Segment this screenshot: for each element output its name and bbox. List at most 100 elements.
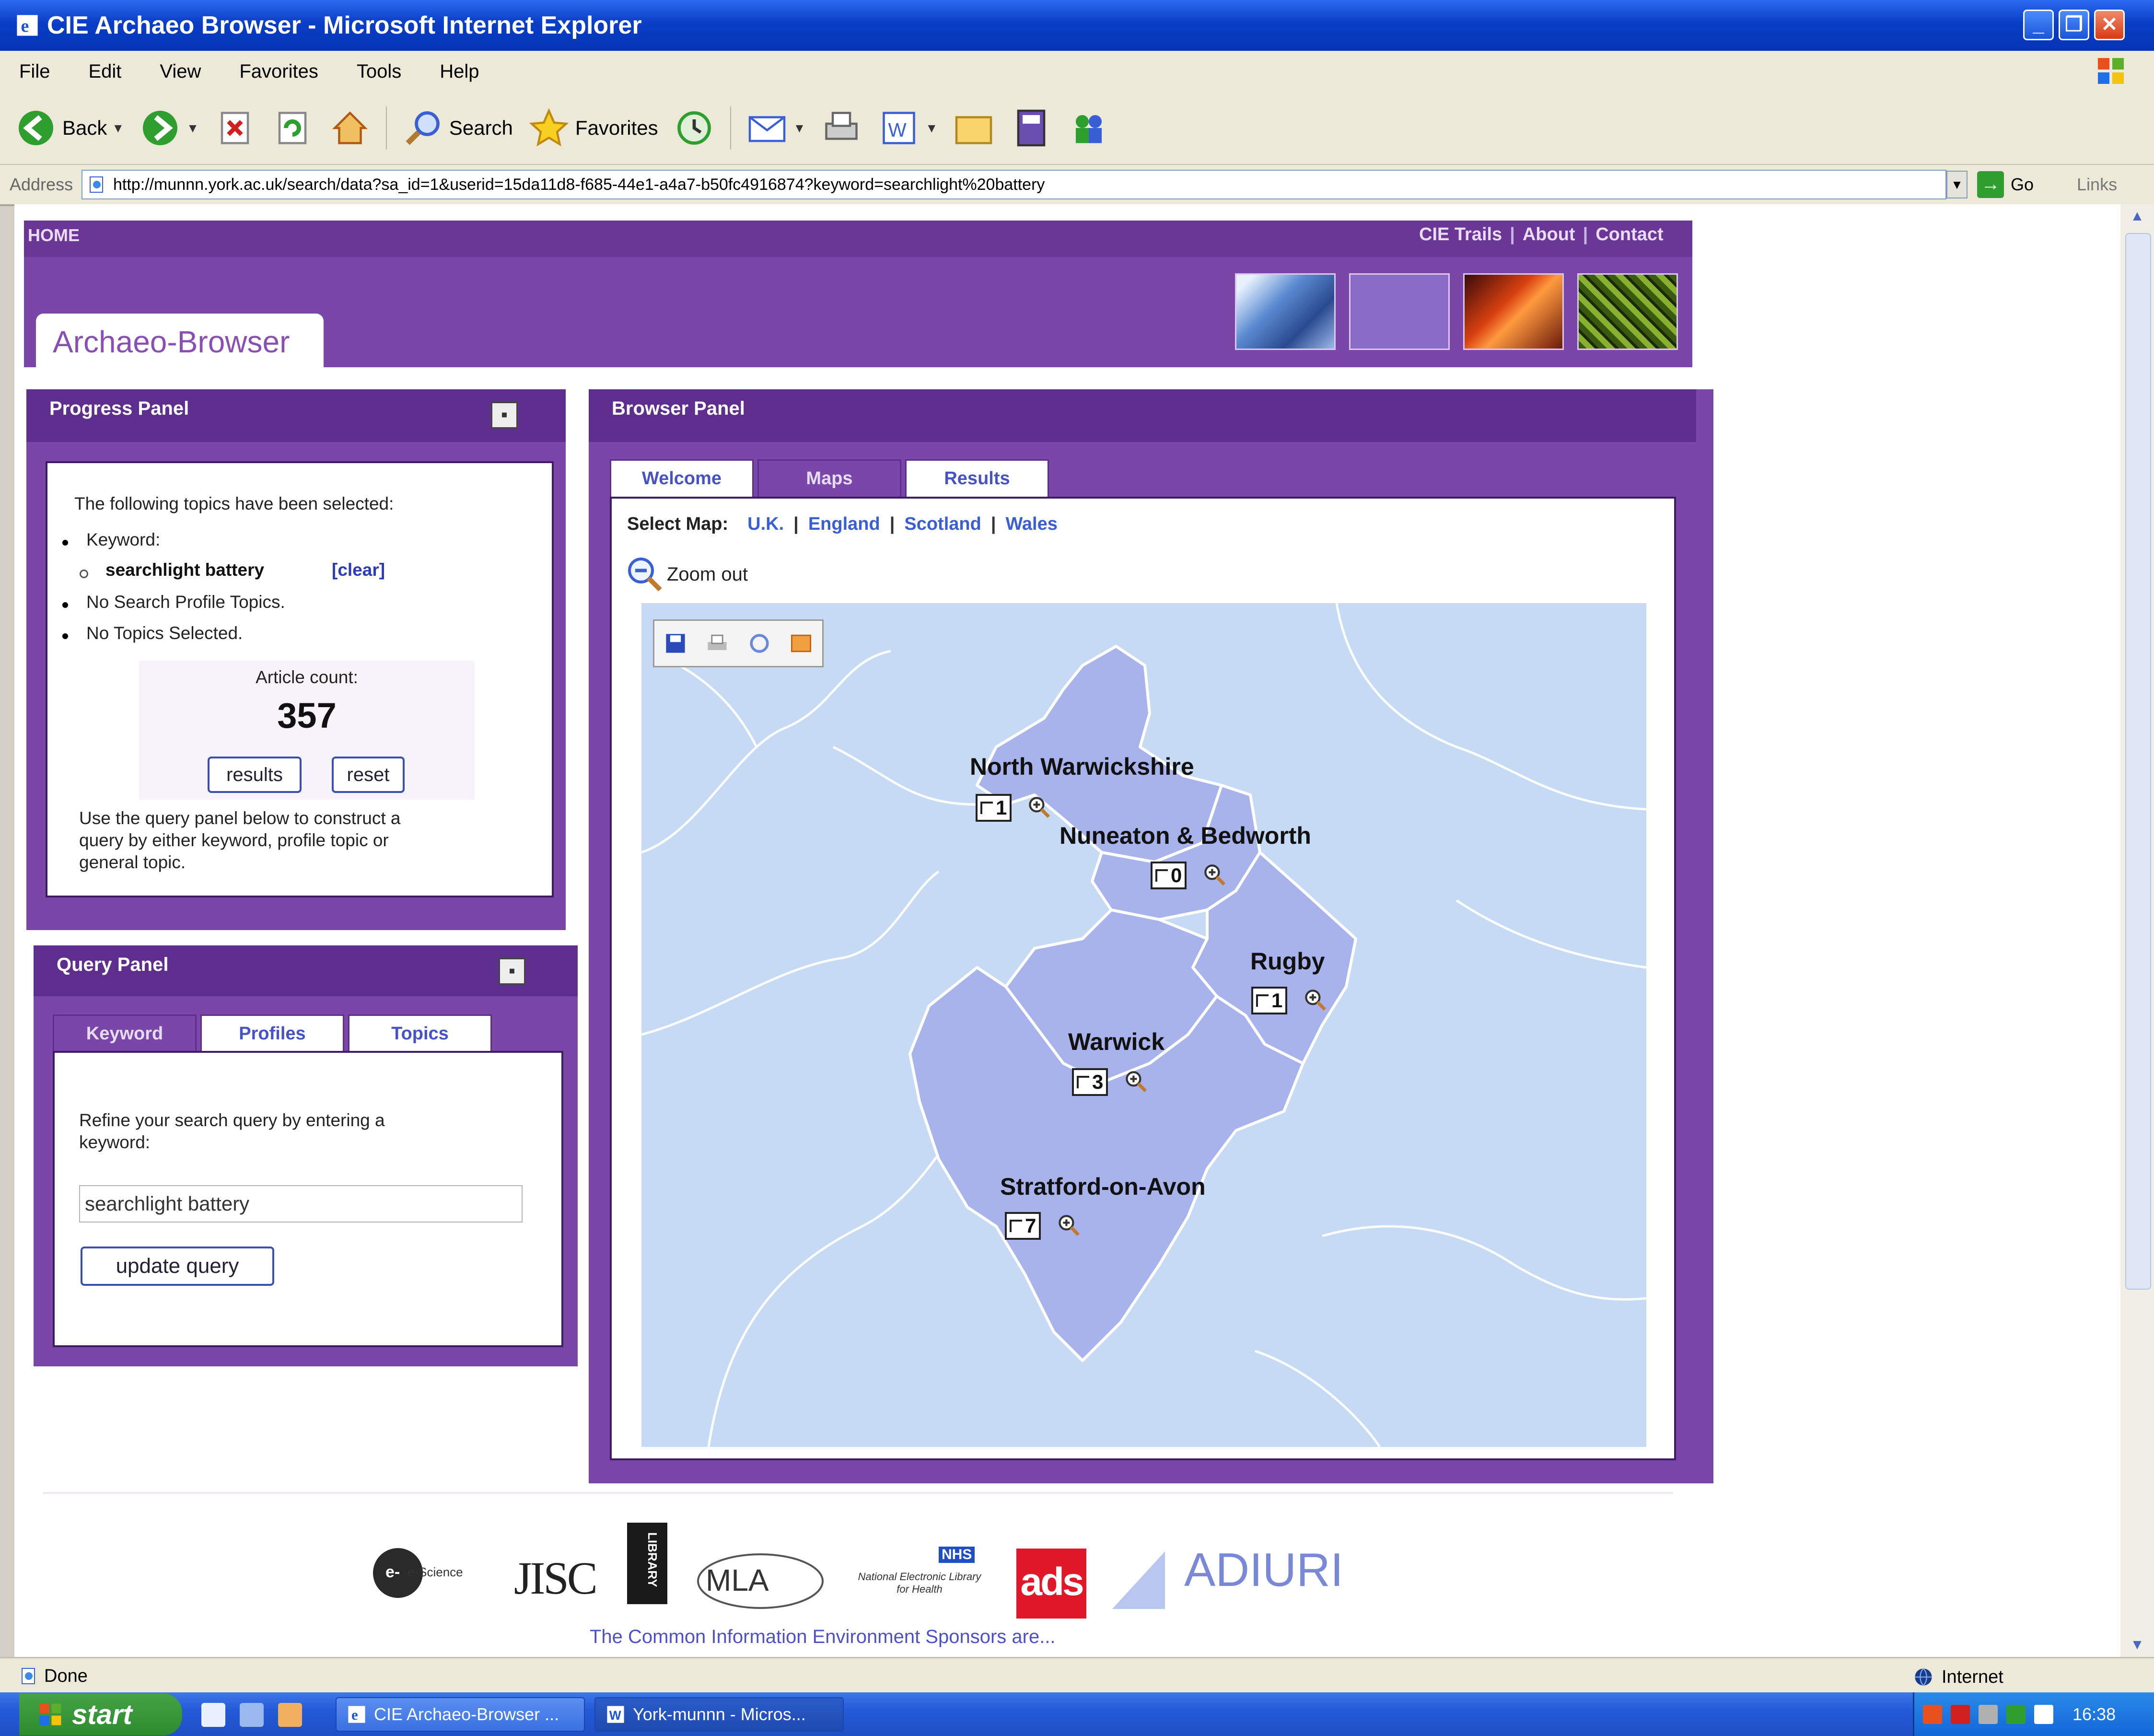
zoom-in-icon[interactable] xyxy=(1056,1212,1083,1239)
start-button[interactable]: start xyxy=(19,1693,182,1736)
tab-profiles[interactable]: Profiles xyxy=(200,1014,344,1052)
research-button[interactable] xyxy=(1010,106,1053,150)
window-title: CIE Archaeo Browser - Microsoft Internet… xyxy=(47,12,642,39)
zoom-in-icon[interactable] xyxy=(1302,987,1329,1014)
tab-topics[interactable]: Topics xyxy=(348,1014,492,1052)
windows-flag-icon xyxy=(39,1703,61,1725)
update-query-button[interactable]: update query xyxy=(81,1247,274,1286)
about-link[interactable]: About xyxy=(1523,224,1575,245)
status-text: Done xyxy=(44,1666,88,1686)
quicklaunch-media-icon[interactable] xyxy=(278,1703,302,1727)
tray-icon[interactable] xyxy=(1979,1704,1998,1724)
links-button[interactable]: Links xyxy=(2077,175,2117,195)
browser-panel-title: Browser Panel xyxy=(612,398,745,419)
favorites-button[interactable]: Favorites xyxy=(527,106,658,150)
map-link-england[interactable]: England xyxy=(808,514,880,535)
tray-icon[interactable] xyxy=(1923,1704,1942,1724)
zoom-in-icon[interactable] xyxy=(1123,1068,1150,1095)
site-brand-title: Archaeo-Browser xyxy=(53,325,290,359)
library-logo[interactable]: LIBRARY xyxy=(627,1523,667,1604)
e-science-logo[interactable]: e- e-Science xyxy=(369,1542,465,1604)
map-link-uk[interactable]: U.K. xyxy=(747,514,784,535)
forward-button[interactable]: ▼ xyxy=(139,106,199,150)
window-title-bar[interactable]: e CIE Archaeo Browser - Microsoft Intern… xyxy=(0,0,2154,51)
tab-results[interactable]: Results xyxy=(905,459,1049,498)
menu-help[interactable]: Help xyxy=(440,61,479,82)
menu-edit[interactable]: Edit xyxy=(88,61,121,82)
mla-logo[interactable]: MLA xyxy=(696,1552,825,1610)
region-count-nuneaton-bedworth[interactable]: 0 xyxy=(1151,862,1187,889)
contact-link[interactable]: Contact xyxy=(1595,224,1663,245)
tab-welcome[interactable]: Welcome xyxy=(610,459,754,498)
select-map-bar: Select Map: U.K. | England | Scotland | Wal… xyxy=(627,514,1058,535)
zoom-out-button[interactable]: Zoom out xyxy=(626,555,748,594)
selected-topics-intro: The following topics have been selected: xyxy=(74,494,394,513)
keyword-input[interactable]: searchlight battery xyxy=(79,1185,523,1223)
home-link[interactable]: HOME xyxy=(28,225,80,245)
tray-icon[interactable] xyxy=(1951,1704,1970,1724)
scroll-down-icon[interactable]: ▼ xyxy=(2127,1635,2147,1655)
menu-favorites[interactable]: Favorites xyxy=(239,61,318,82)
menu-file[interactable]: File xyxy=(19,61,50,82)
ads-logo[interactable]: ads xyxy=(1016,1549,1086,1619)
stop-button[interactable] xyxy=(213,106,256,150)
adiuri-logo[interactable]: ADIURI SYSTEMS xyxy=(1107,1542,1581,1619)
address-input[interactable]: http://munnn.york.ac.uk/search/data?sa_i… xyxy=(82,170,1946,199)
region-count-north-warwickshire[interactable]: 1 xyxy=(976,794,1012,822)
reset-button[interactable]: reset xyxy=(332,757,405,793)
clock: 16:38 xyxy=(2072,1704,2116,1724)
tab-maps[interactable]: Maps xyxy=(757,459,901,498)
print-icon[interactable] xyxy=(704,630,731,657)
scroll-thumb[interactable] xyxy=(2125,233,2151,1290)
taskbar-item-word[interactable]: W York-munnn - Micros... xyxy=(594,1697,844,1732)
jisc-logo[interactable]: JISC xyxy=(514,1551,598,1605)
maximize-button[interactable]: ❐ xyxy=(2059,10,2089,40)
tray-icon[interactable] xyxy=(2034,1704,2053,1724)
region-count-stratford-on-avon[interactable]: 7 xyxy=(1005,1212,1041,1240)
map-canvas[interactable] xyxy=(641,603,1646,1447)
messenger-button[interactable] xyxy=(1067,106,1110,150)
taskbar-item-browser[interactable]: e CIE Archaeo-Browser ... xyxy=(336,1697,585,1732)
region-count-warwick[interactable]: 3 xyxy=(1072,1068,1108,1096)
edit-button[interactable]: W ▼ xyxy=(877,106,938,150)
back-button[interactable]: Back ▼ xyxy=(14,106,124,150)
menu-view[interactable]: View xyxy=(160,61,201,82)
refresh-button[interactable] xyxy=(271,106,314,150)
print-button[interactable] xyxy=(820,106,863,150)
refresh-icon[interactable] xyxy=(746,630,773,657)
quicklaunch-desktop-icon[interactable] xyxy=(240,1703,264,1727)
scroll-up-icon[interactable]: ▲ xyxy=(2127,206,2147,226)
clear-keyword-link[interactable]: [clear] xyxy=(332,560,385,580)
export-icon[interactable] xyxy=(788,630,815,657)
select-map-label: Select Map: xyxy=(627,514,729,534)
results-button[interactable]: results xyxy=(208,757,302,793)
search-button[interactable]: Search xyxy=(401,106,513,150)
menu-tools[interactable]: Tools xyxy=(357,61,401,82)
close-button[interactable]: ✕ xyxy=(2094,10,2125,40)
history-button[interactable] xyxy=(673,106,716,150)
nelh-logo[interactable]: NHS National Electronic Library for Heal… xyxy=(857,1547,982,1604)
go-button[interactable]: → Go xyxy=(1977,171,2034,198)
query-panel-close-button[interactable]: ▪ xyxy=(499,958,525,985)
zoom-in-icon[interactable] xyxy=(1026,794,1053,821)
discuss-button[interactable] xyxy=(952,106,995,150)
mail-button[interactable]: ▼ xyxy=(745,106,805,150)
tray-icon[interactable] xyxy=(2006,1704,2026,1724)
quicklaunch-ie-icon[interactable] xyxy=(201,1703,225,1727)
progress-panel-header: Progress Panel xyxy=(26,389,566,442)
no-topics-selected: No Topics Selected. xyxy=(86,623,243,643)
region-count-rugby[interactable]: 1 xyxy=(1251,987,1288,1014)
progress-panel-close-button[interactable]: ▪ xyxy=(491,402,518,429)
map-link-scotland[interactable]: Scotland xyxy=(904,514,981,535)
minimize-button[interactable]: _ xyxy=(2023,10,2054,40)
vertical-scrollbar[interactable]: ▲ ▼ xyxy=(2120,204,2154,1657)
home-button[interactable] xyxy=(328,106,372,150)
save-icon[interactable] xyxy=(662,630,689,657)
history-icon xyxy=(677,111,711,145)
zoom-in-icon[interactable] xyxy=(1201,862,1228,888)
book-icon xyxy=(1017,109,1046,147)
tab-keyword[interactable]: Keyword xyxy=(53,1014,197,1052)
map-link-wales[interactable]: Wales xyxy=(1005,514,1057,535)
address-dropdown[interactable]: ▼ xyxy=(1946,171,1968,198)
cie-trails-link[interactable]: CIE Trails xyxy=(1419,224,1502,245)
